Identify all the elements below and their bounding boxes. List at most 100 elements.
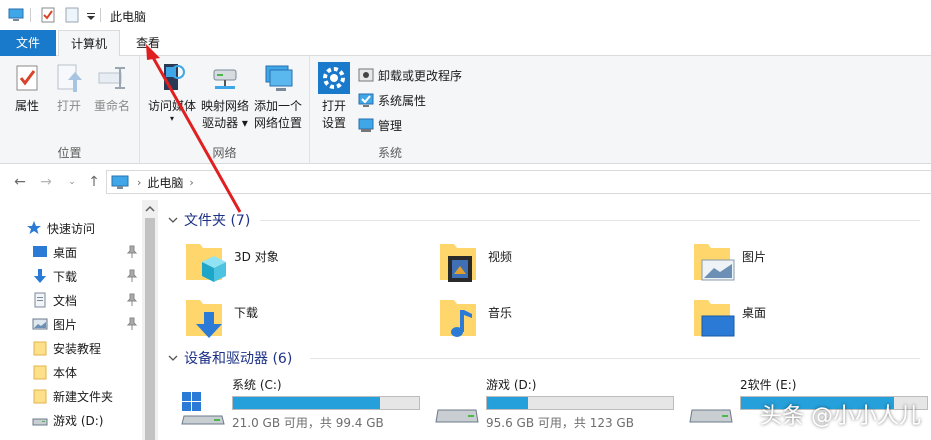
open-settings-button[interactable]: 打开 设置 <box>314 62 354 132</box>
sidebar-item-label: 安装教程 <box>53 341 102 356</box>
sidebar-item-downloads[interactable]: 下载 <box>0 264 142 288</box>
address-bar[interactable]: › 此电脑 › <box>106 170 931 194</box>
desktop-icon <box>33 246 47 257</box>
tab-view[interactable]: 查看 <box>124 30 172 56</box>
system-properties-button[interactable]: 系统属性 <box>358 89 426 111</box>
sidebar-item-quick-access[interactable]: 快速访问 <box>0 216 142 240</box>
rename-icon <box>98 67 125 89</box>
forward-arrow-icon[interactable]: → <box>36 172 56 192</box>
folder-desktop[interactable]: 桌面 <box>688 294 928 348</box>
sidebar-item-label: 桌面 <box>53 245 78 260</box>
folder-3d-objects[interactable]: 3D 对象 <box>180 238 420 292</box>
folder-name: 桌面 <box>742 306 767 320</box>
location-group-label: 位置 <box>57 146 82 160</box>
pin-icon[interactable] <box>126 269 138 283</box>
tab-computer[interactable]: 计算机 <box>58 30 120 57</box>
sidebar-item-desktop[interactable]: 桌面 <box>0 240 142 264</box>
pictures-folder-icon <box>694 244 735 281</box>
system-properties-label: 系统属性 <box>378 93 427 108</box>
uninstall-programs-button[interactable]: 卸载或更改程序 <box>358 64 462 86</box>
properties-icon <box>16 65 38 91</box>
properties-label: 属性 <box>14 99 39 113</box>
breadcrumb-this-pc[interactable]: 此电脑 <box>147 174 183 191</box>
folders-section-title: 文件夹 (7) <box>184 213 251 229</box>
drive-icon <box>689 409 733 423</box>
rename-label: 重命名 <box>93 99 130 113</box>
drive-free-space: 95.6 GB 可用，共 123 GB <box>486 416 634 430</box>
sidebar-item-label: 游戏 (D:) <box>53 413 104 428</box>
windows-drive-icon <box>181 392 225 425</box>
sidebar-item-label: 本体 <box>53 365 78 380</box>
folder-downloads[interactable]: 下载 <box>180 294 420 348</box>
drives-section-header[interactable]: 设备和驱动器 (6) <box>168 348 292 368</box>
ribbon-group-location: 属性 打开 重命名 位置 <box>0 56 140 164</box>
chevron-down-icon <box>168 217 178 223</box>
open-button[interactable]: 打开 <box>50 62 88 115</box>
drives-section-title: 设备和驱动器 (6) <box>184 351 293 367</box>
sidebar-item-label: 图片 <box>53 317 78 332</box>
drive-icon <box>435 409 479 423</box>
computer-icon <box>111 175 129 189</box>
desktop-folder-icon <box>694 300 735 337</box>
add-network-location-button[interactable]: 添加一个 网络位置 <box>250 62 306 132</box>
sidebar-item-folder[interactable]: 新建文件夹 <box>0 384 142 408</box>
add-network-location-label-2: 网络位置 <box>253 116 302 130</box>
folder-icon <box>33 389 47 404</box>
sidebar-item-pictures[interactable]: 图片 <box>0 312 142 336</box>
sidebar-item-folder[interactable]: 安装教程 <box>0 336 142 360</box>
computer-icon[interactable] <box>8 7 24 23</box>
sidebar-item-label: 新建文件夹 <box>53 389 114 404</box>
section-divider <box>310 358 920 359</box>
sidebar-item-label: 快速访问 <box>47 221 96 236</box>
up-arrow-icon[interactable]: ↑ <box>84 172 104 192</box>
sidebar-item-label: 文档 <box>53 293 78 308</box>
folder-name: 3D 对象 <box>234 250 279 264</box>
system-properties-icon <box>358 93 374 107</box>
sidebar-item-drive-d[interactable]: 游戏 (D:) <box>0 408 142 432</box>
star-icon <box>27 221 41 234</box>
sidebar-item-documents[interactable]: 文档 <box>0 288 142 312</box>
drive-usage-bar <box>232 396 420 410</box>
downloads-folder-icon <box>186 300 222 338</box>
add-network-location-label-1: 添加一个 <box>253 99 302 113</box>
properties-check-icon[interactable] <box>40 7 56 23</box>
new-folder-quick-icon[interactable] <box>64 7 80 23</box>
download-icon <box>34 269 46 283</box>
manage-icon <box>358 118 374 132</box>
folder-name: 视频 <box>488 250 513 264</box>
folder-videos[interactable]: 视频 <box>434 238 674 292</box>
drive-usage-bar <box>486 396 674 410</box>
folder-icon <box>33 365 47 380</box>
quick-access-dropdown-icon[interactable] <box>86 7 96 23</box>
tab-file[interactable]: 文件 <box>0 30 56 56</box>
sidebar-scrollbar[interactable] <box>142 200 158 440</box>
folder-pictures[interactable]: 图片 <box>688 238 928 292</box>
access-media-button[interactable]: 访问媒体 ▾ <box>144 62 200 123</box>
open-icon <box>57 64 82 92</box>
ribbon-tabs: 文件 计算机 查看 <box>0 30 931 57</box>
ribbon-group-system: 打开 设置 卸载或更改程序 系统属性 管理 系统 <box>310 56 470 164</box>
drive-d[interactable]: 游戏 (D:) 95.6 GB 可用，共 123 GB <box>434 376 674 432</box>
manage-button[interactable]: 管理 <box>358 114 402 136</box>
open-settings-label-2: 设置 <box>321 116 346 130</box>
drive-c[interactable]: 系统 (C:) 21.0 GB 可用，共 99.4 GB <box>180 376 420 432</box>
rename-button[interactable]: 重命名 <box>90 62 134 115</box>
properties-button[interactable]: 属性 <box>8 62 46 115</box>
title-bar: 此电脑 <box>0 0 931 30</box>
breadcrumb-separator[interactable]: › <box>189 176 193 189</box>
folder-music[interactable]: 音乐 <box>434 294 674 348</box>
map-network-drive-button[interactable]: 映射网络 驱动器 ▾ <box>198 62 252 132</box>
sidebar-item-folder[interactable]: 本体 <box>0 360 142 384</box>
pin-icon[interactable] <box>126 293 138 307</box>
scrollbar-thumb[interactable] <box>145 218 155 440</box>
3d-objects-folder-icon <box>186 244 226 282</box>
recent-locations-chevron-icon[interactable]: ⌄ <box>62 172 82 192</box>
pin-icon[interactable] <box>126 245 138 259</box>
map-network-drive-label-1: 映射网络 <box>200 99 249 113</box>
back-arrow-icon[interactable]: ← <box>10 172 30 192</box>
folders-section-header[interactable]: 文件夹 (7) <box>168 210 250 230</box>
pin-icon[interactable] <box>126 317 138 331</box>
folder-name: 图片 <box>742 250 767 264</box>
breadcrumb-separator[interactable]: › <box>137 176 141 189</box>
scroll-up-arrow-icon[interactable] <box>145 204 155 214</box>
